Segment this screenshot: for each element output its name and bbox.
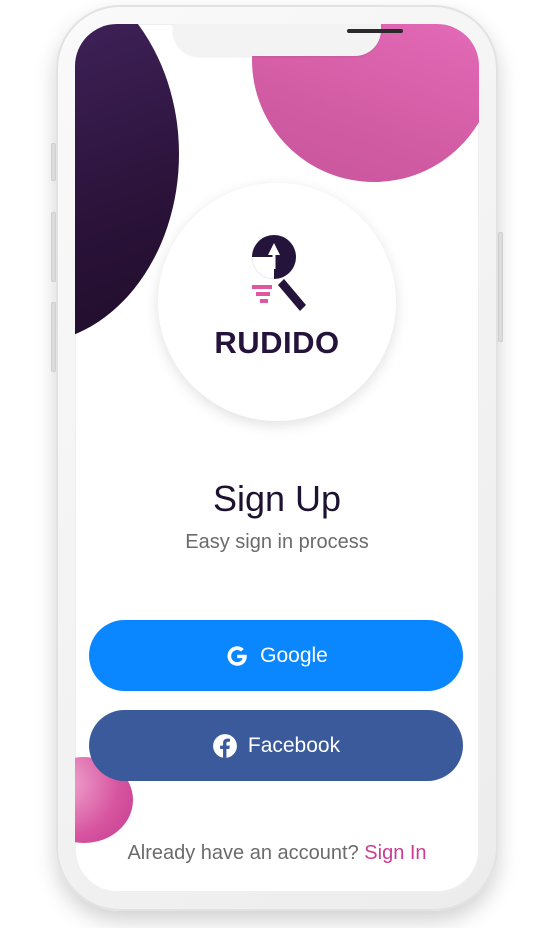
facebook-button-label: Facebook [247,733,341,757]
google-button-label: Google [260,643,328,667]
rudido-logo-icon [252,235,306,311]
google-icon [227,645,247,666]
logo-badge: RUDIDO [158,183,396,421]
page-subtitle: Easy sign in process [185,531,369,553]
facebook-signup-button[interactable]: Facebook [89,710,463,781]
page-title: Sign Up [212,478,342,519]
mute-switch [51,143,56,181]
signin-prompt-text: Already have an account? [127,842,359,864]
volume-down-button [51,302,56,372]
device-mockup: RUDIDO Sign Up Easy sign in process Goog… [0,0,554,928]
app-screen: RUDIDO Sign Up Easy sign in process Goog… [75,24,479,892]
speaker-grille [347,29,403,33]
brand-name: RUDIDO [214,325,340,360]
volume-up-button [51,212,56,282]
phone-notch [173,24,403,56]
google-signup-button[interactable]: Google [89,620,463,691]
signin-prompt: Already have an account? Sign In [75,842,479,865]
signin-link[interactable]: Sign In [364,842,426,864]
power-button [498,232,503,342]
facebook-icon [212,733,237,758]
